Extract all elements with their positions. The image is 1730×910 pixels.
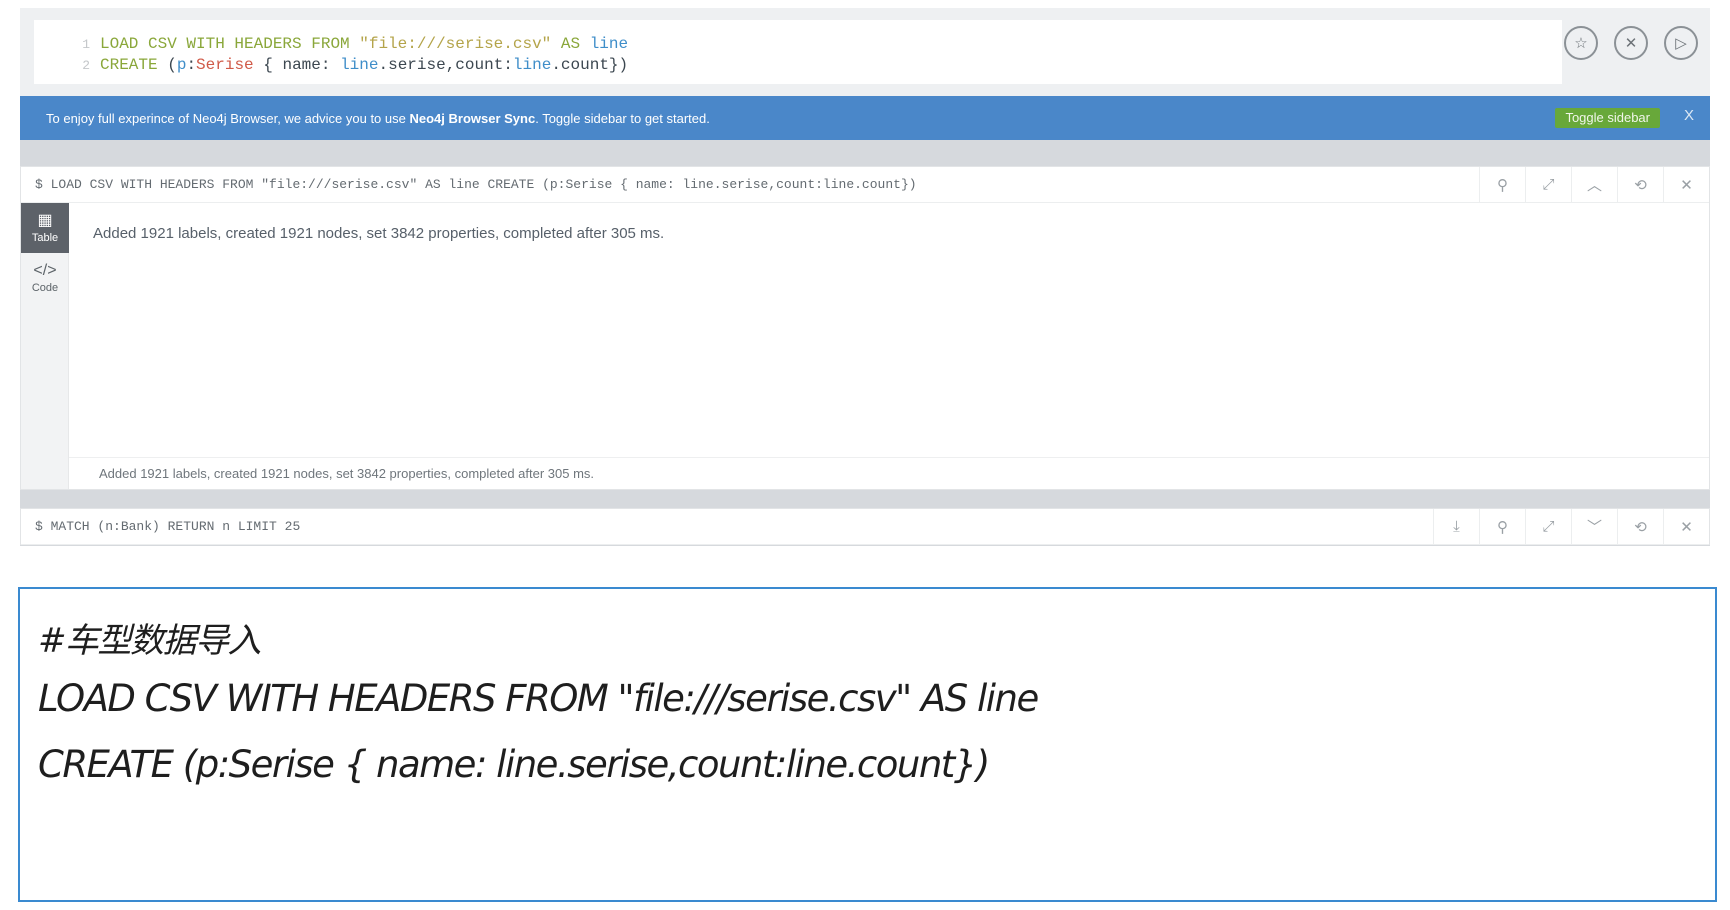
punctuation: { name:: [253, 56, 341, 74]
table-icon: ▦: [37, 212, 53, 229]
frame-header: $ LOAD CSV WITH HEADERS FROM "file:///se…: [21, 166, 1709, 203]
variable: p: [176, 56, 187, 74]
rerun-icon: ⟲: [1634, 518, 1647, 536]
result-frame: $ LOAD CSV WITH HEADERS FROM "file:///se…: [20, 166, 1710, 490]
frame-command[interactable]: $ LOAD CSV WITH HEADERS FROM "file:///se…: [21, 177, 1479, 192]
table-view-button[interactable]: ▦ Table: [21, 203, 69, 253]
frame-toolbar: ⤓ ⚲ ⤢ ﹀ ⟲ ✕: [1433, 508, 1709, 545]
code-view-button[interactable]: </> Code: [21, 253, 69, 303]
fullscreen-button[interactable]: ⤢: [1525, 508, 1571, 545]
close-frame-button[interactable]: ✕: [1663, 508, 1709, 545]
banner-text-after: . Toggle sidebar to get started.: [535, 110, 710, 126]
note-query-line-1: LOAD CSV WITH HEADERS FROM "file:///seri…: [38, 677, 1039, 720]
view-switcher: ▦ Table </> Code: [21, 203, 69, 489]
banner-link[interactable]: Neo4j Browser Sync: [409, 111, 535, 126]
rerun-icon: ⟲: [1634, 176, 1647, 194]
banner-text-before: To enjoy full experince of Neo4j Browser…: [46, 110, 410, 126]
export-button[interactable]: ⤓: [1433, 508, 1479, 545]
pin-icon: ⚲: [1497, 518, 1508, 536]
banner-close-button[interactable]: X: [1684, 107, 1694, 124]
editor-actions: ☆ ✕ ▷: [1564, 26, 1698, 60]
line-number: 1: [82, 37, 90, 52]
code-line-2: 2 CREATE (p: Serise { name: line .serise,c…: [34, 55, 1562, 76]
editor-input[interactable]: 1 LOAD CSV WITH HEADERS FROM "file:///se…: [34, 20, 1562, 84]
status-bar: Added 1921 labels, created 1921 nodes, s…: [69, 457, 1709, 489]
clear-icon: ✕: [1624, 35, 1638, 52]
variable: line: [512, 56, 552, 74]
expand-icon: ⤢: [1542, 518, 1555, 535]
variable: line: [589, 35, 629, 53]
neo4j-browser: 1 LOAD CSV WITH HEADERS FROM "file:///se…: [20, 8, 1710, 546]
frame-header: $ MATCH (n:Bank) RETURN n LIMIT 25 ⤓ ⚲ ⤢…: [21, 508, 1709, 545]
frame-command[interactable]: $ MATCH (n:Bank) RETURN n LIMIT 25: [21, 519, 1433, 534]
line-number: 2: [82, 58, 90, 73]
star-icon: ☆: [1574, 35, 1588, 52]
punctuation: (: [167, 56, 177, 74]
frame-toolbar: ⚲ ⤢ ︿ ⟲ ✕: [1479, 166, 1709, 203]
note-heading: #车型数据导入: [38, 621, 262, 661]
close-frame-button[interactable]: ✕: [1663, 166, 1709, 203]
expand-button[interactable]: ﹀: [1571, 508, 1617, 545]
sync-banner: To enjoy full experince of Neo4j Browser…: [20, 96, 1710, 140]
rerun-button[interactable]: ⟲: [1617, 166, 1663, 203]
pin-button[interactable]: ⚲: [1479, 166, 1525, 203]
code-icon: </>: [33, 262, 57, 279]
code-line-1: 1 LOAD CSV WITH HEADERS FROM "file:///se…: [34, 34, 1562, 55]
punctuation: .serise,count:: [378, 56, 513, 74]
collapse-down-icon: ﹀: [1586, 519, 1602, 536]
favorite-button[interactable]: ☆: [1564, 26, 1598, 60]
keyword: CREATE: [100, 56, 158, 74]
collapse-button[interactable]: ︿: [1571, 166, 1617, 203]
string-literal: "file:///serise.csv": [359, 35, 552, 53]
code-view-label: Code: [31, 282, 59, 294]
punctuation: .count}): [551, 56, 629, 74]
expand-icon: ⤢: [1542, 176, 1555, 193]
result-message: Added 1921 labels, created 1921 nodes, s…: [93, 225, 665, 242]
collapse-up-icon: ︿: [1586, 177, 1602, 194]
run-button[interactable]: ▷: [1664, 26, 1698, 60]
keyword: LOAD CSV WITH HEADERS FROM: [100, 35, 350, 53]
clear-button[interactable]: ✕: [1614, 26, 1648, 60]
close-icon: ✕: [1680, 176, 1693, 194]
table-view-label: Table: [31, 232, 59, 244]
query-frame: $ MATCH (n:Bank) RETURN n LIMIT 25 ⤓ ⚲ ⤢…: [20, 508, 1710, 545]
keyword: AS: [560, 35, 581, 53]
node-label: Serise: [196, 56, 254, 74]
banner-text: To enjoy full experince of Neo4j Browser…: [46, 111, 710, 126]
rerun-button[interactable]: ⟲: [1617, 508, 1663, 545]
note-query-line-2: CREATE (p:Serise { name: line.serise,cou…: [38, 743, 990, 786]
pin-button[interactable]: ⚲: [1479, 508, 1525, 545]
notes-box: #车型数据导入 LOAD CSV WITH HEADERS FROM "file…: [18, 587, 1717, 902]
close-icon: ✕: [1680, 518, 1693, 536]
play-icon: ▷: [1675, 35, 1687, 52]
pin-icon: ⚲: [1497, 176, 1508, 194]
punctuation: :: [186, 56, 197, 74]
fullscreen-button[interactable]: ⤢: [1525, 166, 1571, 203]
toggle-sidebar-button[interactable]: Toggle sidebar: [1555, 108, 1660, 128]
query-editor: 1 LOAD CSV WITH HEADERS FROM "file:///se…: [20, 8, 1710, 96]
variable: line: [340, 56, 379, 74]
download-icon: ⤓: [1453, 518, 1460, 535]
